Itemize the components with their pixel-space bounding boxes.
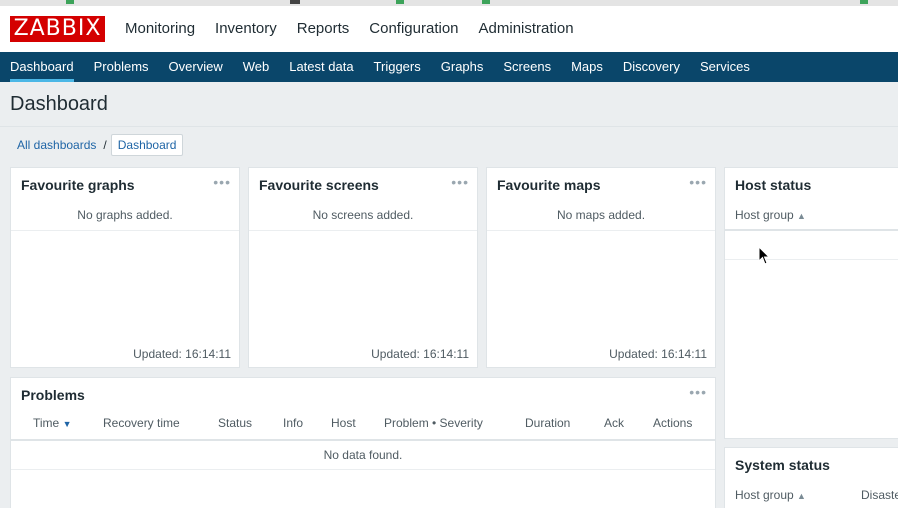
no-data-message: No data found. xyxy=(323,448,403,462)
sub-menu-discovery[interactable]: Discovery xyxy=(613,52,690,82)
disaster-column-header[interactable]: Disaste xyxy=(861,488,898,502)
header-divider xyxy=(725,229,898,231)
row-divider xyxy=(725,259,898,260)
page-title: Dashboard xyxy=(10,93,108,115)
widget-favourite-maps: Favourite maps ••• No maps added. Update… xyxy=(486,167,716,368)
sub-menu: Dashboard Problems Overview Web Latest d… xyxy=(0,52,898,82)
column-host[interactable]: Host xyxy=(331,416,356,430)
sub-menu-dashboard[interactable]: Dashboard xyxy=(0,52,84,82)
widget-menu-icon[interactable]: ••• xyxy=(213,174,231,190)
widget-updated-time: Updated: 16:14:11 xyxy=(609,347,707,361)
sub-menu-services[interactable]: Services xyxy=(690,52,760,82)
widget-favourite-graphs: Favourite graphs ••• No graphs added. Up… xyxy=(10,167,240,368)
top-header: ZABBIX Monitoring Inventory Reports Conf… xyxy=(0,6,898,52)
sub-menu-overview[interactable]: Overview xyxy=(159,52,233,82)
widget-menu-icon[interactable]: ••• xyxy=(689,174,707,190)
widget-title: Problems xyxy=(21,387,85,403)
widget-title: Favourite screens xyxy=(259,177,379,193)
column-ack: Ack xyxy=(604,416,625,430)
main-menu-configuration[interactable]: Configuration xyxy=(359,6,468,52)
sub-menu-problems[interactable]: Problems xyxy=(84,52,159,82)
sub-menu-maps[interactable]: Maps xyxy=(561,52,613,82)
sub-menu-graphs[interactable]: Graphs xyxy=(431,52,494,82)
widget-updated-time: Updated: 16:14:11 xyxy=(133,347,231,361)
main-menu-inventory[interactable]: Inventory xyxy=(205,6,287,52)
zabbix-logo[interactable]: ZABBIX xyxy=(10,16,105,42)
widget-divider xyxy=(11,230,239,231)
widget-divider xyxy=(249,230,477,231)
mouse-cursor-icon xyxy=(758,246,771,265)
widget-empty-message: No graphs added. xyxy=(77,208,173,222)
sort-asc-icon: ▲ xyxy=(797,211,806,221)
widget-menu-icon[interactable]: ••• xyxy=(689,384,707,400)
main-menu: Monitoring Inventory Reports Configurati… xyxy=(115,6,584,52)
sub-menu-web[interactable]: Web xyxy=(233,52,280,82)
widget-empty-message: No screens added. xyxy=(312,208,414,222)
widget-host-status: Host status Host group ▲ xyxy=(724,167,898,439)
sub-menu-screens[interactable]: Screens xyxy=(493,52,561,82)
column-time[interactable]: Time ▼ xyxy=(33,416,72,430)
widget-system-status: System status Host group ▲ Disaste xyxy=(724,447,898,508)
column-label: Host group xyxy=(735,488,794,502)
breadcrumb-all-dashboards[interactable]: All dashboards xyxy=(10,138,103,152)
column-problem-severity[interactable]: Problem • Severity xyxy=(384,416,483,430)
widget-title: Favourite maps xyxy=(497,177,601,193)
widget-empty-message: No maps added. xyxy=(556,208,646,222)
problems-table-header: Time ▼ Recovery time Status Info Host Pr… xyxy=(11,416,715,440)
column-info: Info xyxy=(283,416,304,430)
widget-problems: Problems ••• Time ▼ Recovery time Status… xyxy=(10,377,716,508)
sub-menu-latest-data[interactable]: Latest data xyxy=(279,52,363,82)
sort-desc-icon: ▼ xyxy=(62,419,72,429)
breadcrumb-current[interactable]: Dashboard xyxy=(110,134,184,156)
column-duration: Duration xyxy=(525,416,571,430)
main-menu-administration[interactable]: Administration xyxy=(469,6,584,52)
title-divider xyxy=(0,126,898,127)
widget-title: Favourite graphs xyxy=(21,177,135,193)
header-divider xyxy=(11,439,715,441)
widget-divider xyxy=(487,230,715,231)
widget-favourite-screens: Favourite screens ••• No screens added. … xyxy=(248,167,478,368)
main-menu-monitoring[interactable]: Monitoring xyxy=(115,6,205,52)
sort-asc-icon: ▲ xyxy=(797,491,806,501)
column-recovery-time[interactable]: Recovery time xyxy=(103,416,180,430)
column-label: Host group xyxy=(735,208,794,222)
sub-menu-triggers[interactable]: Triggers xyxy=(364,52,431,82)
column-status[interactable]: Status xyxy=(218,416,252,430)
row-divider xyxy=(11,469,715,470)
main-menu-reports[interactable]: Reports xyxy=(287,6,360,52)
widget-updated-time: Updated: 16:14:11 xyxy=(371,347,469,361)
host-group-column-header[interactable]: Host group ▲ xyxy=(735,488,806,502)
breadcrumb: All dashboards / Dashboard xyxy=(10,134,184,156)
widget-menu-icon[interactable]: ••• xyxy=(451,174,469,190)
widget-title: System status xyxy=(735,457,830,473)
host-group-column-header[interactable]: Host group ▲ xyxy=(735,208,806,222)
breadcrumb-separator: / xyxy=(103,138,107,152)
column-actions: Actions xyxy=(653,416,693,430)
widget-title: Host status xyxy=(735,177,812,193)
